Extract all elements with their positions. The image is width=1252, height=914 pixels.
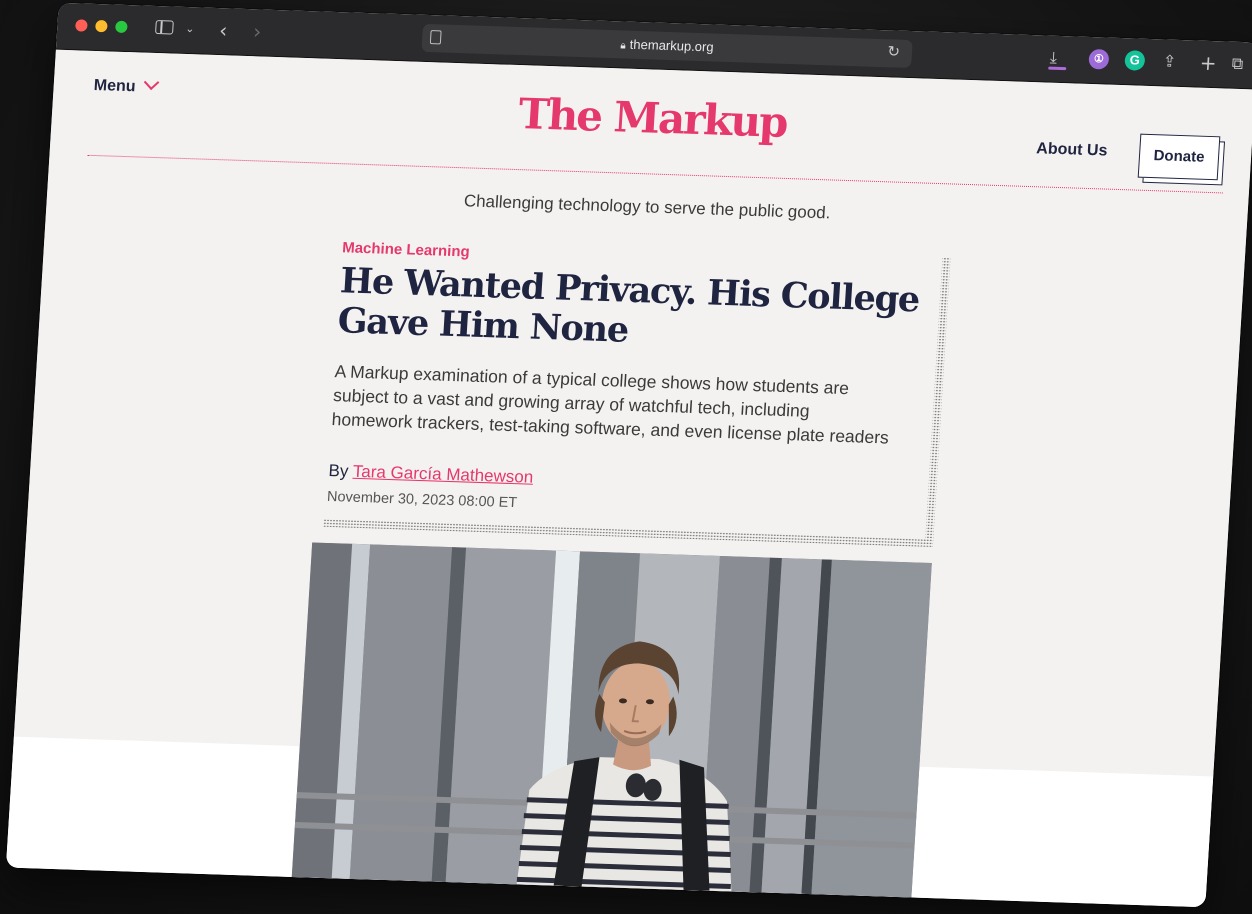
- close-window-button[interactable]: [75, 19, 88, 32]
- zoom-window-button[interactable]: [115, 20, 128, 34]
- author-link[interactable]: Tara García Mathewson: [352, 462, 534, 487]
- publish-date: November 30, 2023 08:00 ET: [326, 488, 518, 512]
- about-us-link[interactable]: About Us: [1036, 140, 1108, 160]
- 1password-icon[interactable]: ①: [1088, 48, 1110, 70]
- article-dek: A Markup examination of a typical colleg…: [331, 361, 890, 448]
- donate-button[interactable]: Donate: [1137, 133, 1221, 181]
- donate-button-wrapper: Donate: [1137, 133, 1226, 186]
- back-icon[interactable]: ‹: [219, 18, 228, 42]
- share-icon[interactable]: ⇪: [1162, 49, 1177, 73]
- person-illustration: [516, 641, 732, 892]
- grammarly-icon[interactable]: G: [1124, 50, 1146, 71]
- hero-photo: [291, 542, 932, 898]
- download-progress-bar: [1048, 66, 1067, 71]
- lock-icon: 🔒︎: [620, 40, 627, 52]
- chevron-down-icon[interactable]: ⌄: [185, 17, 196, 41]
- sidebar-icon[interactable]: [155, 19, 174, 35]
- tabs-overview-icon[interactable]: ⧉: [1231, 52, 1244, 76]
- article-header-card: Machine Learning He Wanted Privacy. His …: [315, 228, 951, 548]
- article-headline: He Wanted Privacy. His College Gave Him …: [336, 260, 921, 351]
- url-text: themarkup.org: [629, 36, 715, 55]
- byline: By Tara García Mathewson: [328, 461, 534, 488]
- new-tab-icon[interactable]: +: [1199, 51, 1217, 76]
- browser-window: ⌄ ‹ › 🔒︎ themarkup.org ↻ ⤓ ① G ⇪ + ⧉ Menu: [5, 2, 1252, 908]
- minimize-window-button[interactable]: [95, 19, 108, 33]
- address-bar[interactable]: 🔒︎ themarkup.org ↻: [421, 23, 913, 69]
- web-page: Menu The Markup About Us Donate Challeng…: [5, 49, 1252, 908]
- desktop-background: ⌄ ‹ › 🔒︎ themarkup.org ↻ ⤓ ① G ⇪ + ⧉ Menu: [0, 0, 1252, 914]
- byline-prefix: By: [328, 460, 350, 481]
- category-link[interactable]: Machine Learning: [342, 239, 470, 260]
- forward-icon[interactable]: ›: [253, 19, 262, 43]
- reload-icon[interactable]: ↻: [887, 42, 901, 60]
